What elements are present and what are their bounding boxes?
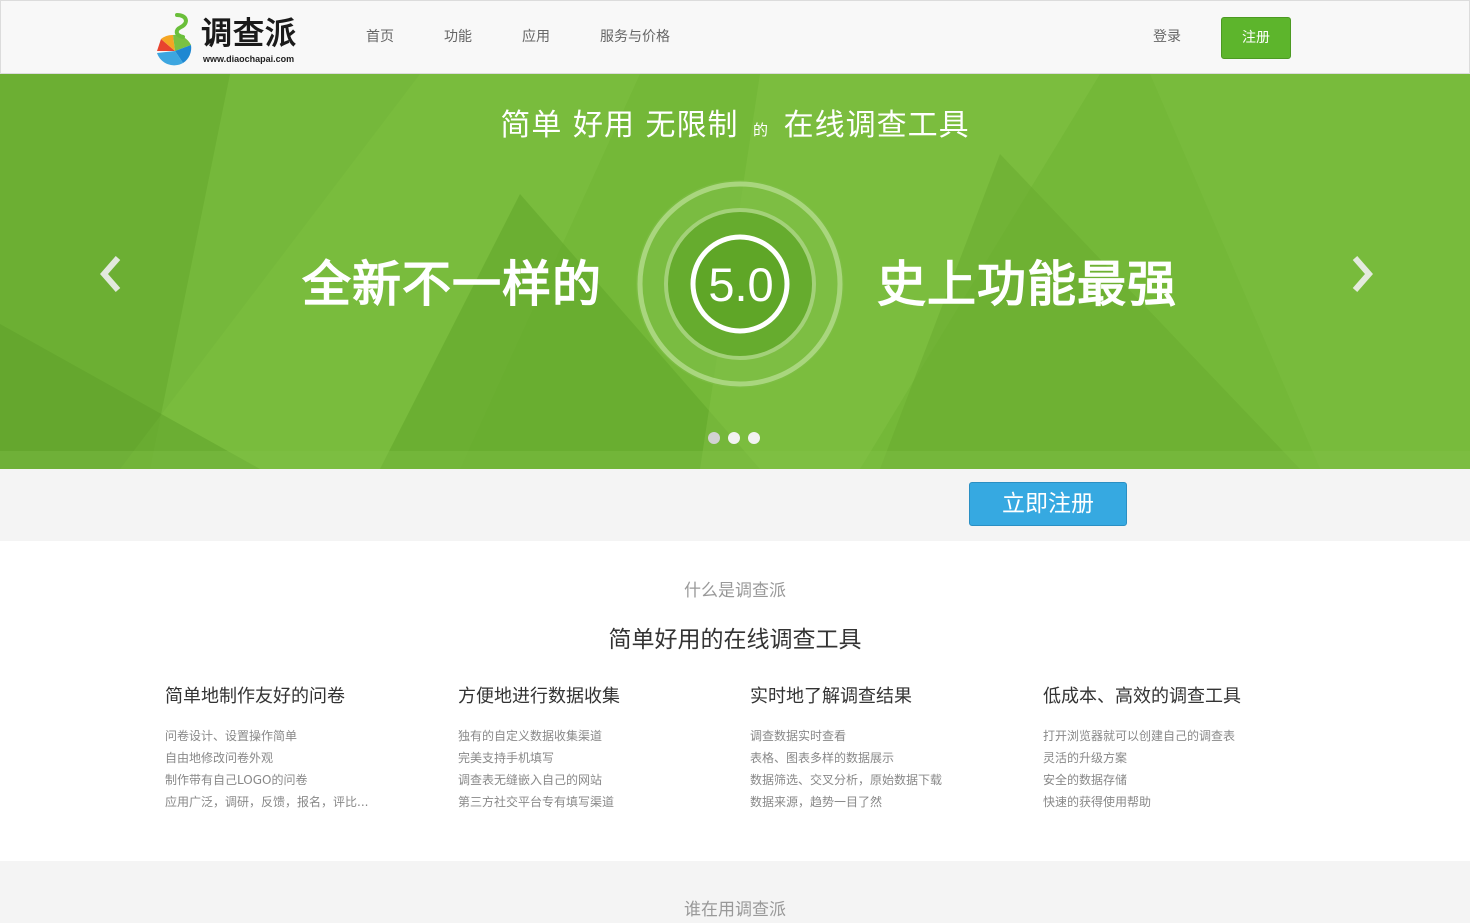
version-number: 5.0 [708, 258, 774, 311]
feature-grid: 简单地制作友好的问卷 问卷设计、设置操作简单 自由地修改问卷外观 制作带有自己L… [165, 684, 1315, 824]
feature-realtime-results: 实时地了解调查结果 调查数据实时查看 表格、图表多样的数据展示 数据筛选、交叉分… [750, 684, 1030, 813]
users-title: 谁在用调查派 [684, 900, 786, 920]
tagline-connector: 的 [753, 121, 770, 139]
nav-features[interactable]: 功能 [444, 1, 472, 75]
feature-line: 灵活的升级方案 [1043, 751, 1128, 765]
feature-line: 安全的数据存储 [1043, 773, 1128, 787]
feature-line: 完美支持手机填写 [458, 751, 555, 765]
banner-right-text: 史上功能最强 [877, 256, 1178, 313]
feature-line: 第三方社交平台专有填写渠道 [458, 795, 615, 809]
carousel-next-arrow-icon[interactable] [1347, 254, 1377, 294]
feature-line: 制作带有自己LOGO的问卷 [165, 773, 308, 787]
main-nav: 首页 功能 应用 服务与价格 [366, 1, 720, 75]
cta-strip: 立即注册 [0, 469, 1470, 541]
feature-line: 自由地修改问卷外观 [165, 751, 274, 765]
site-logo[interactable]: 调查派 www.diaochapai.com [153, 13, 313, 67]
carousel-dot-2[interactable] [728, 432, 740, 444]
banner-tagline: 简单 好用 无限制 的 在线调查工具 [0, 100, 1470, 144]
tagline-tool: 在线调查工具 [783, 108, 970, 143]
tagline-main: 简单 好用 无限制 [500, 108, 739, 143]
feature-low-cost: 低成本、高效的调查工具 打开浏览器就可以创建自己的调查表 灵活的升级方案 安全的… [1043, 684, 1323, 813]
feature-title: 实时地了解调查结果 [750, 686, 912, 707]
feature-title: 简单地制作友好的问卷 [165, 686, 345, 707]
feature-line: 应用广泛，调研，反馈，报名，评比... [165, 795, 369, 809]
feature-questionnaire: 简单地制作友好的问卷 问卷设计、设置操作简单 自由地修改问卷外观 制作带有自己L… [165, 684, 445, 813]
banner-left-text: 全新不一样的 [302, 256, 603, 313]
feature-line: 问卷设计、设置操作简单 [165, 729, 298, 743]
nav-applications[interactable]: 应用 [522, 1, 550, 75]
logo-pie-icon [157, 13, 192, 66]
hero-carousel: 简单 好用 无限制 的 在线调查工具 全新不一样的 5.0 史上功能最强 [0, 74, 1470, 469]
carousel-dot-1[interactable] [708, 432, 720, 444]
feature-title: 低成本、高效的调查工具 [1043, 686, 1241, 707]
nav-pricing[interactable]: 服务与价格 [600, 1, 670, 75]
carousel-prev-arrow-icon[interactable] [96, 254, 126, 294]
logo-name: 调查派 [201, 16, 297, 52]
feature-line: 独有的自定义数据收集渠道 [458, 729, 603, 743]
top-header: 调查派 www.diaochapai.com 首页 功能 应用 服务与价格 登录… [0, 0, 1470, 74]
feature-line: 打开浏览器就可以创建自己的调查表 [1043, 729, 1236, 743]
feature-line: 数据筛选、交叉分析，原始数据下载 [750, 773, 943, 787]
signup-now-button[interactable]: 立即注册 [969, 482, 1127, 526]
feature-line: 调查数据实时查看 [750, 729, 847, 743]
carousel-dots [708, 432, 768, 444]
intro-eyebrow: 什么是调查派 [684, 581, 786, 601]
feature-line: 数据来源，趋势一目了然 [750, 795, 883, 809]
login-link[interactable]: 登录 [1153, 1, 1181, 73]
feature-data-collection: 方便地进行数据收集 独有的自定义数据收集渠道 完美支持手机填写 调查表无缝嵌入自… [458, 684, 738, 813]
nav-home[interactable]: 首页 [366, 1, 394, 75]
intro-title: 简单好用的在线调查工具 [608, 627, 862, 653]
feature-line: 表格、图表多样的数据展示 [750, 751, 895, 765]
register-button[interactable]: 注册 [1221, 17, 1291, 59]
feature-title: 方便地进行数据收集 [458, 686, 620, 707]
feature-line: 快速的获得使用帮助 [1043, 795, 1152, 809]
carousel-dot-3[interactable] [748, 432, 760, 444]
logo-url: www.diaochapai.com [203, 54, 295, 64]
feature-line: 调查表无缝嵌入自己的网站 [458, 773, 603, 787]
